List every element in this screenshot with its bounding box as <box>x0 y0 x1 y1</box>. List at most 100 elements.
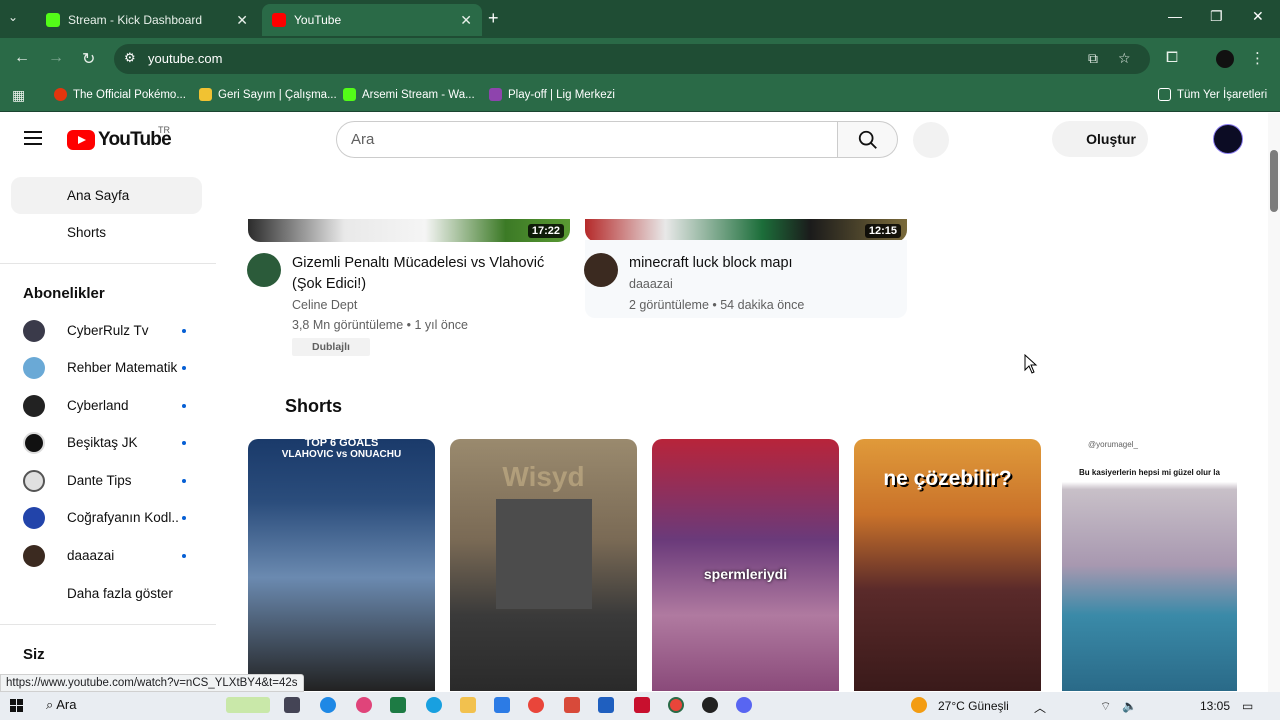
volume-icon[interactable]: 🔈 <box>1122 699 1137 713</box>
subscriptions-heading[interactable]: Abonelikler <box>23 285 105 302</box>
taskbar-search-label: Ara <box>56 697 77 712</box>
weather-text[interactable]: 27°C Güneşli <box>938 699 1009 713</box>
chrome-icon[interactable] <box>528 697 544 713</box>
page-scrollbar[interactable] <box>1268 113 1280 692</box>
short-thumbnail[interactable]: TOP 6 GOALS VLAHOVIC vs ONUACHU <box>248 439 435 691</box>
bookmark-arsemi[interactable]: Arsemi Stream - Wa... <box>343 88 475 101</box>
file-explorer-icon[interactable] <box>460 697 476 713</box>
mouse-cursor-icon <box>1024 354 1038 374</box>
subscription-besiktas-jk[interactable]: Beşiktaş JK <box>11 426 202 460</box>
account-avatar[interactable] <box>1213 124 1243 154</box>
search-input[interactable] <box>351 131 811 148</box>
tab-search-icon[interactable]: ⌄ <box>8 10 18 24</box>
maximize-icon[interactable]: ❐ <box>1210 8 1223 25</box>
sidebar-item-home[interactable]: Ana Sayfa <box>11 177 202 214</box>
notifications-icon[interactable]: ▭ <box>1242 699 1253 713</box>
search-button[interactable] <box>838 121 898 158</box>
short-thumbnail[interactable]: @yorumagel_ Bu kasiyerlerin hepsi mi güz… <box>1062 439 1237 691</box>
youtube-logo[interactable]: YouTube TR <box>67 125 172 151</box>
subscription-cografyanin-kodlari[interactable]: Coğrafyanın Kodl... <box>11 501 202 535</box>
sidebar-divider <box>0 263 216 264</box>
browser-toolbar: ← → ↻ ⚙ youtube.com ⧉ ☆ ⧠ ⋮ <box>0 38 1280 80</box>
close-window-icon[interactable]: ✕ <box>1252 8 1264 25</box>
clock-time[interactable]: 13:05 <box>1200 699 1230 713</box>
shorts-heading: Shorts <box>285 396 343 416</box>
short-thumbnail[interactable]: Wisyd <box>450 439 637 691</box>
bookmark-play-off[interactable]: Play-off | Lig Merkezi <box>489 88 615 101</box>
site-info-icon[interactable]: ⚙ <box>124 50 138 66</box>
word-icon[interactable] <box>598 697 614 713</box>
subscription-dante-tips[interactable]: Dante Tips <box>11 464 202 498</box>
chrome-active-icon[interactable] <box>668 697 684 713</box>
forward-icon[interactable]: → <box>48 49 64 67</box>
channel-avatar <box>23 507 45 529</box>
new-tab-button[interactable]: + <box>488 8 499 29</box>
close-tab-icon[interactable]: ✕ <box>236 12 248 29</box>
install-app-icon[interactable]: ⧉ <box>1088 50 1098 67</box>
edge-icon[interactable] <box>320 697 336 713</box>
tab-title: YouTube <box>294 13 342 27</box>
excel-icon[interactable] <box>390 697 406 713</box>
discord-icon[interactable] <box>736 697 752 713</box>
create-button[interactable]: Oluştur <box>1052 121 1148 157</box>
bookmarks-bar: The Official Pokémo... Geri Sayım | Çalı… <box>0 80 1280 112</box>
address-url[interactable]: youtube.com <box>148 51 222 66</box>
obs-icon[interactable] <box>702 697 718 713</box>
channel-avatar <box>23 395 45 417</box>
task-view-icon[interactable] <box>284 697 300 713</box>
network-icon[interactable]: ⌔ <box>1100 699 1111 714</box>
windows-start-icon[interactable] <box>10 699 24 713</box>
scrollbar-thumb[interactable] <box>1270 150 1278 212</box>
video-channel[interactable]: daaazai <box>629 277 673 291</box>
taskbar-search[interactable]: ⌕ Ara <box>46 697 76 713</box>
apps-grid-icon[interactable]: ▦ <box>12 87 25 104</box>
channel-name: Coğrafyanın Kodl... <box>67 510 179 525</box>
video-title[interactable]: minecraft luck block mapı <box>629 253 899 274</box>
kick-favicon-icon <box>46 13 60 27</box>
voice-search-button[interactable] <box>913 122 949 158</box>
short-thumbnail[interactable]: spermleriydi <box>652 439 839 691</box>
sidebar-item-shorts[interactable]: Shorts <box>11 214 202 251</box>
sidebar-item-label: Ana Sayfa <box>67 188 130 203</box>
subscription-rehber-matematik[interactable]: Rehber Matematik <box>11 351 202 385</box>
you-heading[interactable]: Siz <box>23 646 45 663</box>
menu-icon[interactable]: ⋮ <box>1250 49 1265 67</box>
all-bookmarks[interactable]: Tüm Yer İşaretleri <box>1158 88 1267 101</box>
tray-chevron-icon[interactable]: ︿ <box>1034 699 1046 716</box>
video-thumbnail[interactable]: 12:15 <box>585 219 907 242</box>
weather-icon[interactable] <box>911 697 927 713</box>
subscription-cyberland[interactable]: Cyberland <box>11 389 202 423</box>
video-thumbnail[interactable]: 17:22 <box>248 219 570 242</box>
tab-kick-dashboard[interactable]: Stream - Kick Dashboard ✕ <box>36 4 258 36</box>
subscription-daaazai[interactable]: daaazai <box>11 539 202 573</box>
pokeball-icon <box>54 88 67 101</box>
subscription-cyberrulz-tv[interactable]: CyberRulz Tv <box>11 314 202 348</box>
opera-icon[interactable] <box>356 697 372 713</box>
short-thumbnail[interactable]: ne çözebilir? <box>854 439 1041 691</box>
video-channel[interactable]: Celine Dept <box>292 298 357 312</box>
recorder-icon[interactable] <box>564 697 580 713</box>
reload-icon[interactable]: ↻ <box>82 49 95 69</box>
close-tab-icon[interactable]: ✕ <box>460 12 472 29</box>
bookmark-geri-sayim[interactable]: Geri Sayım | Çalışma... <box>199 88 337 101</box>
widgets-icon[interactable] <box>226 697 270 713</box>
channel-avatar[interactable] <box>584 253 618 287</box>
back-icon[interactable]: ← <box>14 49 30 67</box>
channel-name: CyberRulz Tv <box>67 323 149 338</box>
guide-menu-icon[interactable] <box>24 131 42 145</box>
minimize-icon[interactable]: — <box>1168 8 1182 24</box>
bookmark-pokemon[interactable]: The Official Pokémo... <box>54 88 186 101</box>
minecraft-head <box>496 499 592 609</box>
show-more-button[interactable]: Daha fazla göster <box>11 575 202 612</box>
video-title[interactable]: Gizemli Penaltı Mücadelesi vs Vlahović (… <box>292 253 562 295</box>
app-l-icon[interactable] <box>634 697 650 713</box>
store-icon[interactable] <box>494 697 510 713</box>
browser-profile-icon[interactable] <box>1216 50 1234 68</box>
address-bar[interactable]: ⚙ youtube.com ⧉ ☆ <box>114 44 1150 74</box>
bookmark-star-icon[interactable]: ☆ <box>1118 50 1131 67</box>
channel-name: Cyberland <box>67 398 129 413</box>
skype-icon[interactable] <box>426 697 442 713</box>
extensions-icon[interactable]: ⧠ <box>1166 49 1178 66</box>
tab-youtube[interactable]: YouTube ✕ <box>262 4 482 36</box>
channel-avatar[interactable] <box>247 253 281 287</box>
